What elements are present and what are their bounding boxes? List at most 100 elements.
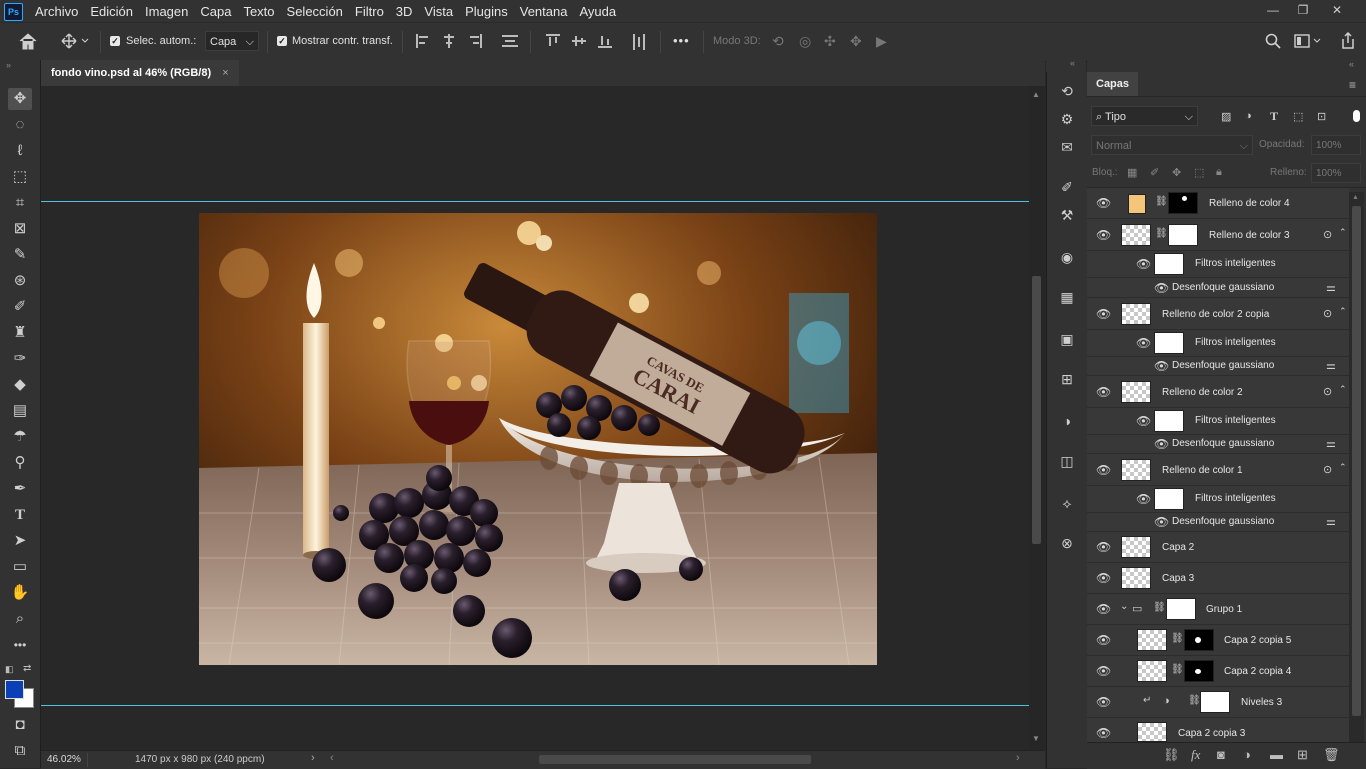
- add-mask-icon[interactable]: ◙: [1217, 747, 1225, 762]
- scroll-left-icon[interactable]: ‹: [330, 752, 334, 764]
- gradient-tool-icon[interactable]: ▤: [8, 400, 32, 422]
- link-icon[interactable]: ⛓: [1188, 695, 1201, 706]
- layer-thumbnail[interactable]: [1137, 660, 1167, 682]
- smart-filters-row[interactable]: 👁︎ Filtros inteligentes: [1087, 408, 1349, 435]
- layer-thumbnail[interactable]: [1137, 629, 1167, 651]
- visibility-eye-icon[interactable]: 👁︎: [1154, 281, 1169, 295]
- smart-filters-row[interactable]: 👁︎ Filtros inteligentes: [1087, 486, 1349, 513]
- status-chevron-icon[interactable]: ›: [311, 752, 315, 764]
- distribute-v-icon[interactable]: [632, 34, 646, 52]
- eyedropper-tool-icon[interactable]: ✎: [8, 244, 32, 266]
- horizontal-guide-bottom[interactable]: [41, 705, 1029, 706]
- filter-options-icon[interactable]: ⚌: [1326, 515, 1336, 528]
- filter-row-gaussian[interactable]: 👁︎ Desenfoque gaussiano ⚌: [1087, 513, 1349, 532]
- new-group-icon[interactable]: ▬: [1270, 747, 1283, 762]
- share-icon[interactable]: [1340, 31, 1356, 51]
- auto-select-checkbox[interactable]: ✓: [110, 36, 120, 46]
- distribute-icon[interactable]: [502, 34, 518, 50]
- layer-mask-thumbnail[interactable]: [1168, 224, 1198, 246]
- color-panel-icon[interactable]: ◉: [1055, 246, 1079, 268]
- collapse-effects-icon[interactable]: ⌃: [1339, 384, 1347, 395]
- layer-mask-thumbnail[interactable]: [1168, 192, 1198, 214]
- filter-mask-thumbnail[interactable]: [1154, 253, 1184, 275]
- fill-input[interactable]: 100%: [1311, 163, 1361, 183]
- menu-edicion[interactable]: Edición: [90, 4, 133, 19]
- visibility-eye-icon[interactable]: 👁︎: [1096, 633, 1111, 647]
- new-adjustment-icon[interactable]: ◑: [1243, 747, 1251, 762]
- healing-brush-tool-icon[interactable]: ⊛: [8, 270, 32, 292]
- menu-ayuda[interactable]: Ayuda: [579, 4, 616, 19]
- align-right-icon[interactable]: [468, 34, 482, 50]
- blend-mode-dropdown[interactable]: Normal ⌵: [1091, 135, 1253, 155]
- tool-presets-icon[interactable]: ⚒: [1055, 204, 1079, 226]
- scroll-right-icon[interactable]: ›: [1016, 752, 1020, 764]
- visibility-eye-icon[interactable]: 👁︎: [1096, 602, 1111, 616]
- visibility-eye-icon[interactable]: 👁︎: [1096, 664, 1111, 678]
- quick-mask-icon[interactable]: ◘: [8, 714, 32, 736]
- minimize-button[interactable]: —: [1258, 0, 1288, 22]
- close-button[interactable]: ✕: [1322, 0, 1352, 22]
- filter-adjustment-icon[interactable]: ◑: [1245, 110, 1252, 122]
- collapse-arrows-icon[interactable]: »: [6, 60, 11, 70]
- layer-row-relleno-1[interactable]: 👁︎ Relleno de color 1 ⊙ ⌃: [1087, 454, 1349, 486]
- filter-shape-icon[interactable]: ⬚: [1293, 110, 1303, 123]
- adjustments-panel-icon[interactable]: ⚙: [1055, 108, 1079, 130]
- menu-capa[interactable]: Capa: [200, 4, 231, 19]
- screen-mode-icon[interactable]: ⧉: [8, 740, 32, 762]
- comments-panel-icon[interactable]: ✉: [1055, 136, 1079, 158]
- layer-mask-thumbnail[interactable]: [1184, 660, 1214, 682]
- history-brush-tool-icon[interactable]: ✑: [8, 348, 32, 370]
- document-image[interactable]: CAVAS DE CARAI: [199, 213, 877, 665]
- menu-archivo[interactable]: Archivo: [35, 4, 78, 19]
- hand-tool-icon[interactable]: ✋: [8, 582, 32, 604]
- smart-object-thumbnail[interactable]: [1121, 303, 1151, 325]
- align-bottom-icon[interactable]: [598, 34, 612, 50]
- adjustments-icon[interactable]: ◑: [1055, 410, 1079, 432]
- visibility-eye-icon[interactable]: 👁︎: [1136, 414, 1151, 428]
- layer-row-grupo-1[interactable]: 👁︎ ⌄ ▭ ⛓ Grupo 1: [1087, 594, 1349, 625]
- zoom-tool-icon[interactable]: ⌕: [8, 608, 32, 630]
- visibility-eye-icon[interactable]: 👁︎: [1136, 336, 1151, 350]
- lock-transparent-icon[interactable]: ▦: [1127, 166, 1137, 179]
- patterns-panel-icon[interactable]: ⊞: [1055, 368, 1079, 390]
- visibility-eye-icon[interactable]: 👁︎: [1096, 307, 1111, 321]
- layers-scrollbar[interactable]: ▲: [1349, 192, 1364, 742]
- color-fill-swatch[interactable]: [1128, 194, 1146, 214]
- menu-imagen[interactable]: Imagen: [145, 4, 188, 19]
- path-selection-tool-icon[interactable]: ➤: [8, 530, 32, 552]
- layer-thumbnail[interactable]: [1137, 722, 1167, 742]
- lock-artboard-icon[interactable]: ⬚: [1194, 166, 1204, 179]
- group-mask-thumbnail[interactable]: [1166, 598, 1196, 620]
- panel-menu-icon[interactable]: ≡: [1349, 78, 1356, 92]
- camera-3d-icon[interactable]: ▶: [876, 34, 887, 48]
- lasso-tool-icon[interactable]: ℓ: [8, 140, 32, 162]
- more-tools-icon[interactable]: •••: [8, 634, 32, 656]
- layer-row-niveles-3[interactable]: 👁︎ ↵ ◑ ⛓ Niveles 3: [1087, 687, 1349, 718]
- scroll-up-icon[interactable]: ▲: [1352, 194, 1359, 201]
- menu-seleccion[interactable]: Selección: [287, 4, 343, 19]
- fx-icon[interactable]: fx: [1191, 747, 1200, 763]
- menu-texto[interactable]: Texto: [243, 4, 274, 19]
- group-expanded-chevron-icon[interactable]: ⌄: [1120, 601, 1128, 612]
- layer-mask-thumbnail[interactable]: [1200, 691, 1230, 713]
- opacity-input[interactable]: 100%: [1311, 135, 1361, 155]
- link-icon[interactable]: ⛓: [1171, 633, 1184, 644]
- filter-options-icon[interactable]: ⚌: [1326, 359, 1336, 372]
- visibility-eye-icon[interactable]: 👁︎: [1096, 571, 1111, 585]
- visibility-eye-icon[interactable]: 👁︎: [1136, 257, 1151, 271]
- blur-tool-icon[interactable]: ☂: [8, 426, 32, 448]
- layer-mask-thumbnail[interactable]: [1184, 629, 1214, 651]
- frame-tool-icon[interactable]: ⊠: [8, 218, 32, 240]
- smart-object-thumbnail[interactable]: [1121, 224, 1151, 246]
- link-layers-icon[interactable]: ⛓: [1163, 747, 1180, 763]
- menu-plugins[interactable]: Plugins: [465, 4, 508, 19]
- visibility-eye-icon[interactable]: 👁︎: [1096, 385, 1111, 399]
- channels-panel-icon[interactable]: ⊗: [1055, 532, 1079, 554]
- zoom-level[interactable]: 46.02%: [47, 753, 88, 767]
- menu-ventana[interactable]: Ventana: [520, 4, 568, 19]
- smart-filters-row[interactable]: 👁︎ Filtros inteligentes: [1087, 251, 1349, 278]
- gradients-panel-icon[interactable]: ▣: [1055, 328, 1079, 350]
- collapse-panel-icon[interactable]: «: [1349, 59, 1354, 69]
- visibility-eye-icon[interactable]: 👁︎: [1096, 695, 1111, 709]
- swap-colors-icon[interactable]: ⇄: [23, 663, 31, 674]
